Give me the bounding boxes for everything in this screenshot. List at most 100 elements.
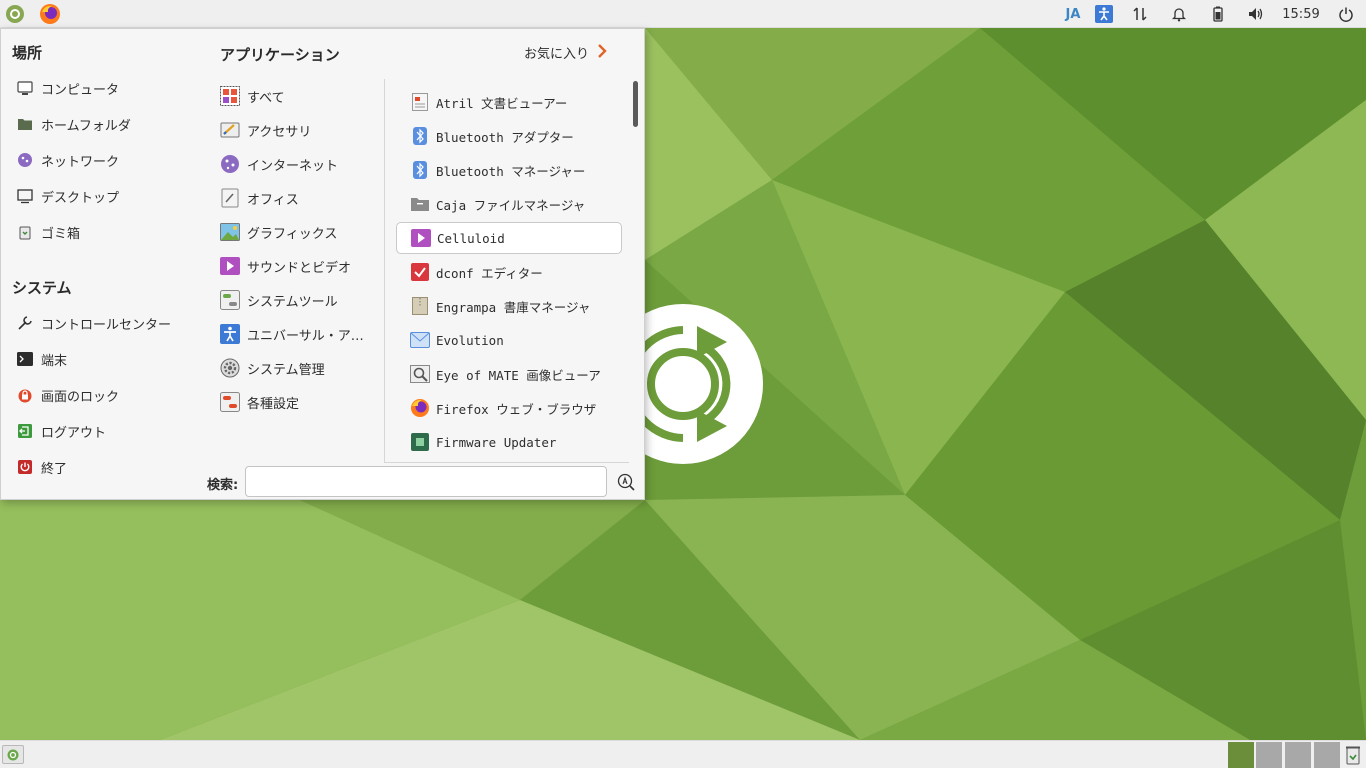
top-panel: JA 15:59 xyxy=(0,0,1366,28)
app-list-scrollbar[interactable] xyxy=(633,81,639,461)
app-engrampa[interactable]: Engrampa 書庫マネージャ xyxy=(396,290,622,322)
system-terminal-label: 端末 xyxy=(41,353,68,369)
app-dconf-editor-label: dconf エディター xyxy=(436,265,543,281)
app-celluloid-label: Celluloid xyxy=(437,230,505,246)
place-network[interactable]: ネットワーク xyxy=(15,147,119,173)
category-office[interactable]: オフィス xyxy=(219,183,299,213)
app-eye-of-mate-label: Eye of MATE 画像ビューア xyxy=(436,367,601,383)
category-universal-access[interactable]: ユニバーサル・ア… xyxy=(219,319,364,349)
network-globe-icon xyxy=(15,150,35,170)
clock[interactable]: 15:59 xyxy=(1278,0,1324,28)
favorites-button[interactable]: お気に入り xyxy=(524,43,607,62)
app-firmware-updater-label: Firmware Updater xyxy=(436,434,557,450)
category-preferences[interactable]: 各種設定 xyxy=(219,387,299,417)
app-firmware-updater[interactable]: Firmware Updater xyxy=(396,426,622,458)
bluetooth-icon xyxy=(410,160,430,180)
workspace-1[interactable] xyxy=(1227,742,1254,768)
trash-icon xyxy=(15,222,35,242)
system-shutdown[interactable]: 終了 xyxy=(15,454,67,480)
category-accessories[interactable]: アクセサリ xyxy=(219,115,311,145)
place-desktop-label: デスクトップ xyxy=(41,190,120,206)
places-title: 場所 xyxy=(12,44,43,62)
place-trash[interactable]: ゴミ箱 xyxy=(15,219,80,245)
place-computer[interactable]: コンピュータ xyxy=(15,75,119,101)
category-accessories-label: アクセサリ xyxy=(247,124,312,140)
search-options-icon[interactable] xyxy=(617,473,635,491)
system-lock-screen[interactable]: 画面のロック xyxy=(15,382,119,408)
app-evolution-label: Evolution xyxy=(436,332,504,348)
system-logout-label: ログアウト xyxy=(41,425,107,441)
app-firefox-label: Firefox ウェブ・ブラウザ xyxy=(436,401,597,417)
volume-icon[interactable] xyxy=(1245,0,1267,28)
multimedia-icon xyxy=(219,255,241,277)
bottom-panel xyxy=(0,740,1366,768)
category-all[interactable]: すべて xyxy=(219,81,285,111)
app-eye-of-mate[interactable]: Eye of MATE 画像ビューア xyxy=(396,358,622,390)
app-atril-label: Atril 文書ビューアー xyxy=(436,95,568,111)
app-celluloid[interactable]: Celluloid xyxy=(396,222,622,254)
accessories-icon xyxy=(219,119,241,141)
category-all-label: すべて xyxy=(247,90,285,106)
office-icon xyxy=(219,187,241,209)
place-home[interactable]: ホームフォルダ xyxy=(15,111,131,137)
system-logout[interactable]: ログアウト xyxy=(15,418,106,444)
app-firefox[interactable]: Firefox ウェブ・ブラウザ xyxy=(396,392,622,424)
app-dconf-editor[interactable]: dconf エディター xyxy=(396,256,622,288)
search-input[interactable] xyxy=(245,466,607,497)
app-atril[interactable]: Atril 文書ビューアー xyxy=(396,86,622,118)
place-desktop[interactable]: デスクトップ xyxy=(15,183,119,209)
category-system-tools[interactable]: システムツール xyxy=(219,285,338,315)
app-evolution[interactable]: Evolution xyxy=(396,324,622,356)
network-icon[interactable] xyxy=(1130,0,1150,28)
administration-icon xyxy=(219,357,241,379)
celluloid-icon xyxy=(411,228,431,248)
category-internet[interactable]: インターネット xyxy=(219,149,338,179)
show-desktop-button[interactable] xyxy=(2,745,24,764)
application-menu: 場所 コンピュータ ホームフォルダ ネットワーク デスクトップ ゴミ箱 システム… xyxy=(0,28,645,500)
file-manager-icon xyxy=(410,194,430,214)
system-shutdown-label: 終了 xyxy=(41,461,68,477)
app-caja[interactable]: Caja ファイルマネージャ xyxy=(396,188,622,220)
system-tools-icon xyxy=(219,289,241,311)
system-terminal[interactable]: 端末 xyxy=(15,346,67,372)
application-list[interactable]: Atril 文書ビューアー Bluetooth アダプター Bluetooth … xyxy=(384,79,629,463)
category-sound-video[interactable]: サウンドとビデオ xyxy=(219,251,351,281)
power-icon[interactable] xyxy=(1336,0,1356,28)
place-home-label: ホームフォルダ xyxy=(41,118,131,134)
category-preferences-label: 各種設定 xyxy=(247,396,300,412)
workspace-4[interactable] xyxy=(1313,742,1340,768)
chevron-right-icon xyxy=(597,43,607,62)
menu-logo-icon[interactable] xyxy=(3,2,27,26)
image-viewer-icon xyxy=(410,364,430,384)
keyboard-layout-indicator[interactable]: JA xyxy=(1061,0,1085,28)
category-system-tools-label: システムツール xyxy=(247,294,338,310)
dconf-editor-icon xyxy=(410,262,430,282)
category-administration-label: システム管理 xyxy=(247,362,325,378)
category-universal-access-label: ユニバーサル・ア… xyxy=(247,328,364,344)
battery-icon[interactable] xyxy=(1208,0,1228,28)
place-trash-label: ゴミ箱 xyxy=(41,226,81,242)
system-lock-screen-label: 画面のロック xyxy=(41,389,120,405)
category-sound-video-label: サウンドとビデオ xyxy=(247,260,352,276)
notification-bell-icon[interactable] xyxy=(1169,0,1189,28)
trash-icon[interactable] xyxy=(1342,743,1364,767)
category-graphics[interactable]: グラフィックス xyxy=(219,217,337,247)
computer-icon xyxy=(15,78,35,98)
firefox-icon[interactable] xyxy=(38,2,62,26)
desktop-icon xyxy=(15,186,35,206)
workspace-2[interactable] xyxy=(1255,742,1282,768)
category-administration[interactable]: システム管理 xyxy=(219,353,325,383)
terminal-icon xyxy=(15,349,35,369)
lock-icon xyxy=(15,385,35,405)
app-engrampa-label: Engrampa 書庫マネージャ xyxy=(436,299,591,315)
workspace-3[interactable] xyxy=(1284,742,1311,768)
wrench-icon xyxy=(15,313,35,333)
shutdown-icon xyxy=(15,457,35,477)
scrollbar-thumb[interactable] xyxy=(633,81,638,127)
app-bluetooth-manager[interactable]: Bluetooth マネージャー xyxy=(396,154,622,186)
app-bluetooth-adapter[interactable]: Bluetooth アダプター xyxy=(396,120,622,152)
accessibility-icon[interactable] xyxy=(1094,0,1114,28)
all-apps-icon xyxy=(219,85,241,107)
internet-icon xyxy=(219,153,241,175)
system-control-center[interactable]: コントロールセンター xyxy=(15,310,171,336)
